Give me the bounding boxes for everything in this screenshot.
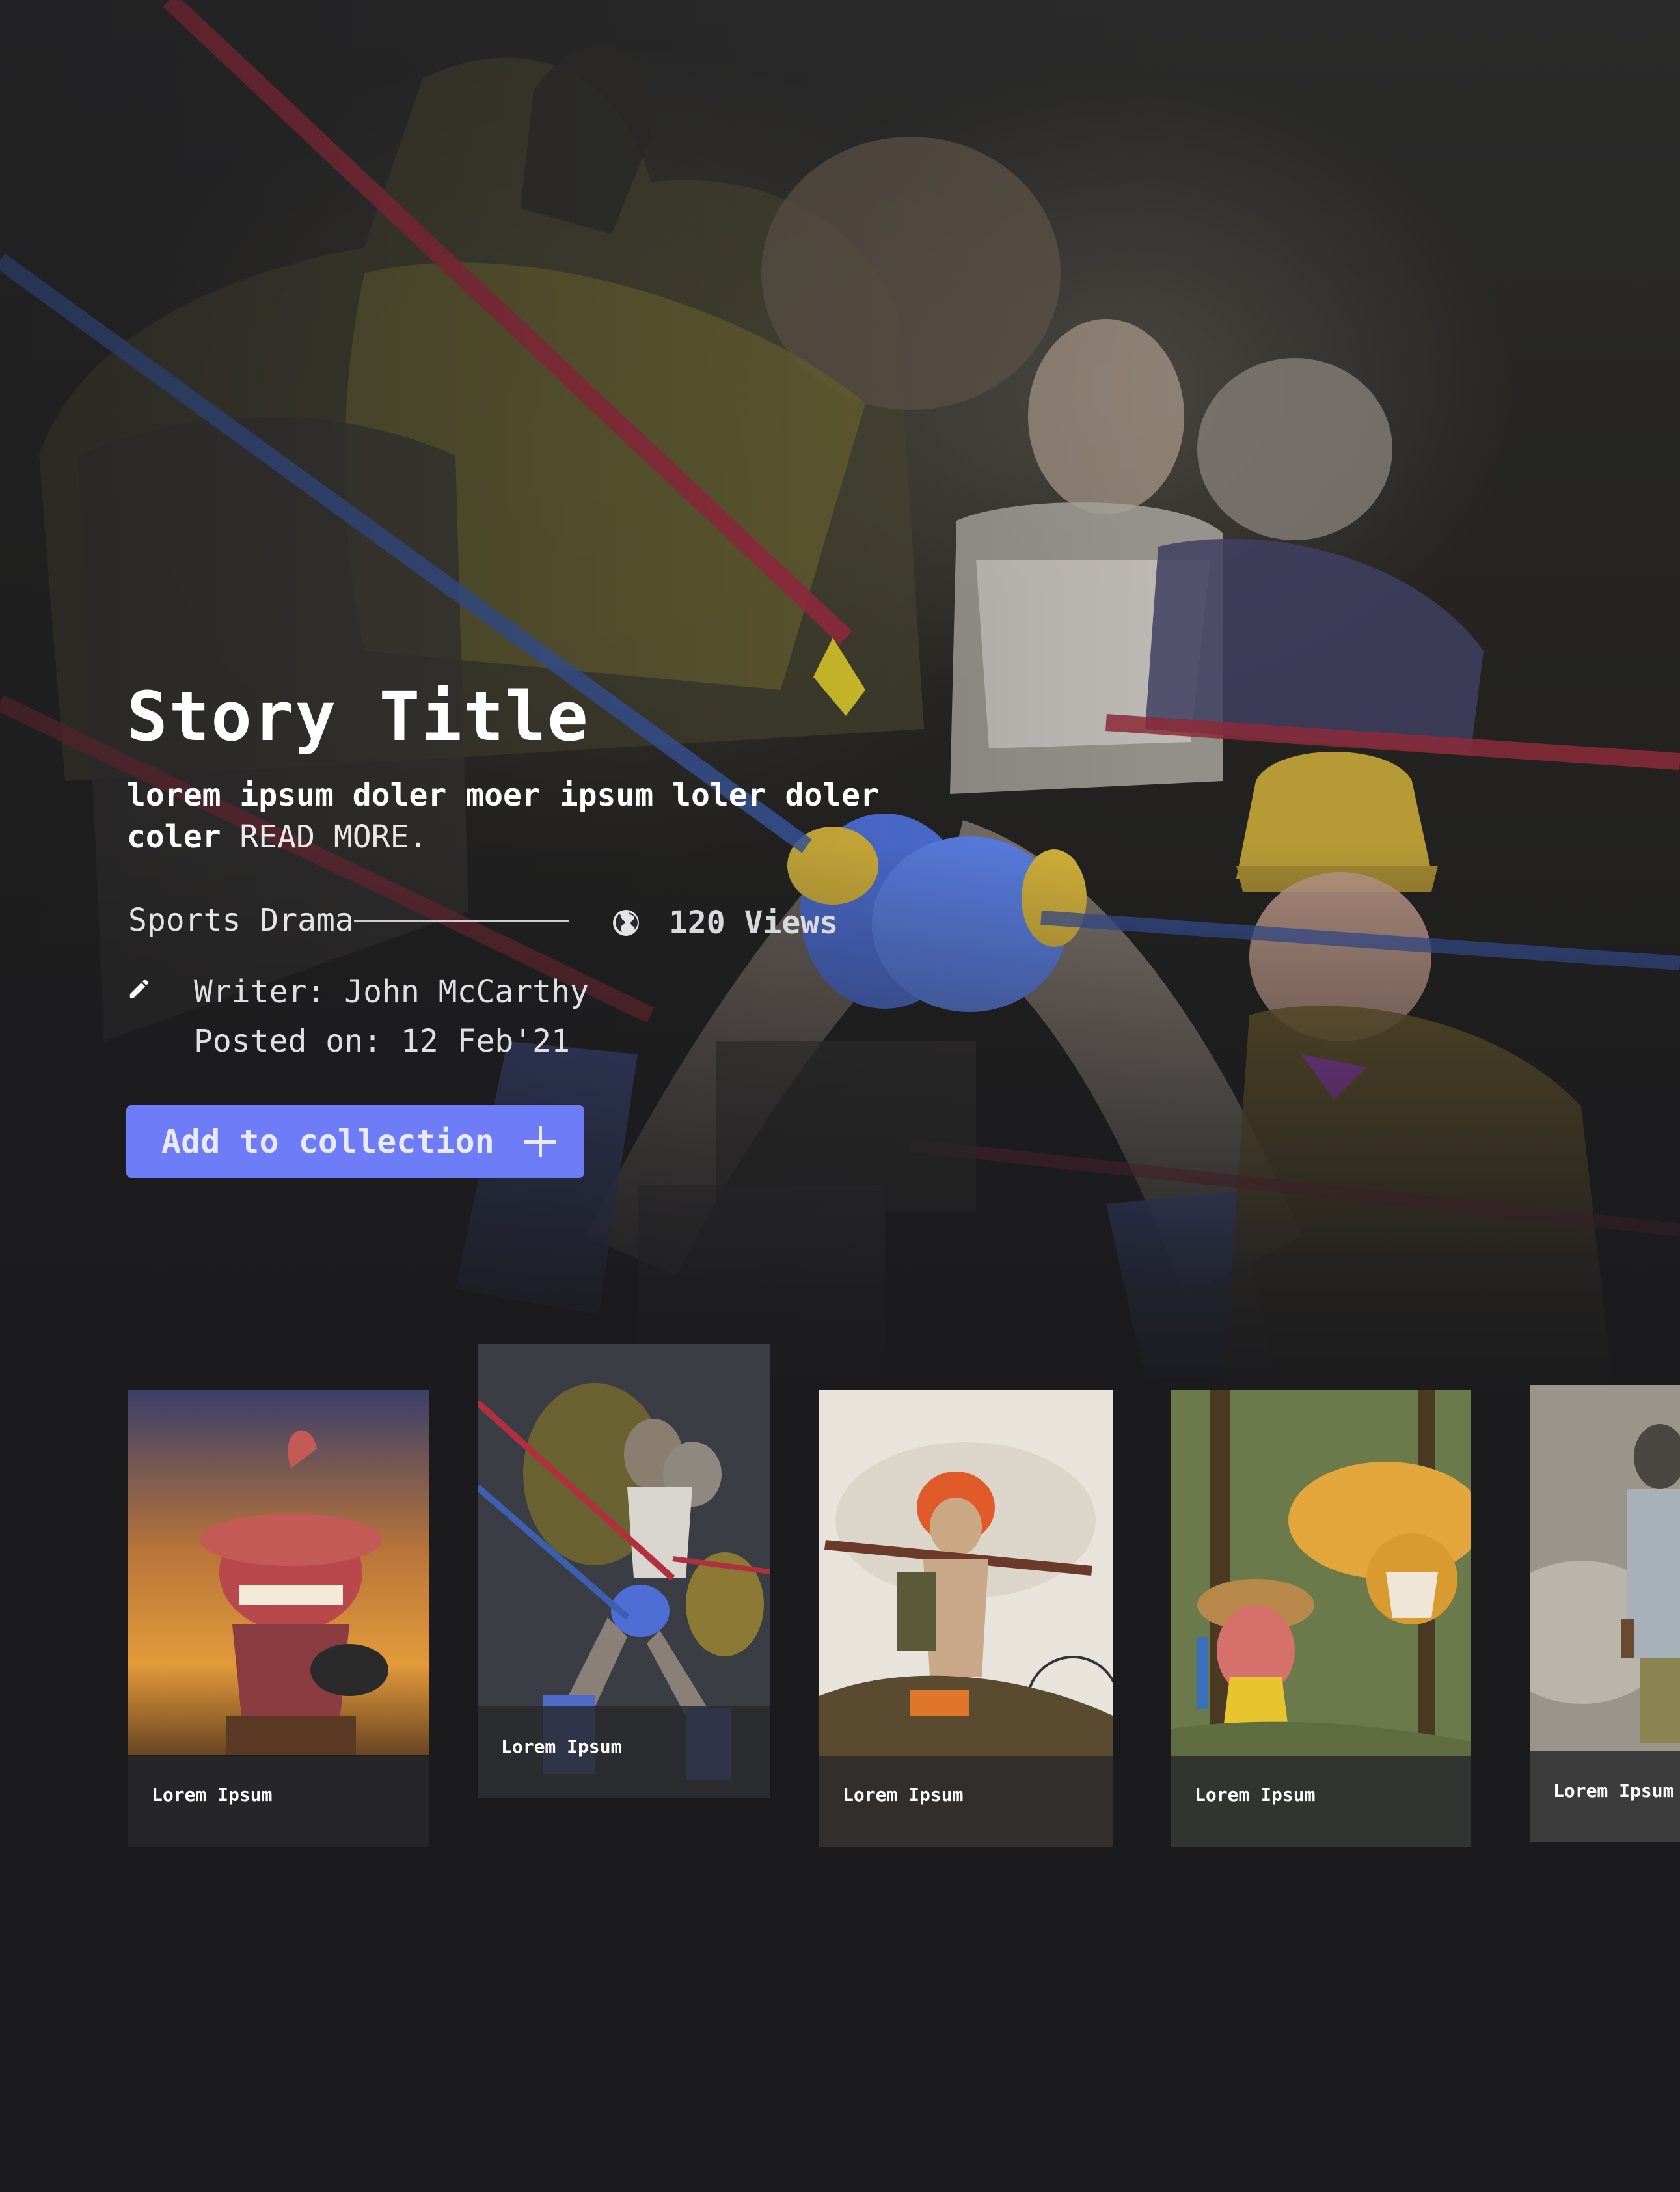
add-to-collection-button[interactable]: Add to collection (126, 1105, 584, 1178)
card-caption: Lorem Ipsum (478, 1706, 770, 1798)
card-caption: Lorem Ipsum (1530, 1751, 1680, 1842)
add-to-collection-label: Add to collection (161, 1123, 495, 1160)
card-title: Lorem Ipsum (152, 1784, 273, 1805)
story-card-5[interactable]: Lorem Ipsum (1530, 1385, 1680, 1842)
views-counter: 120 Views (610, 905, 838, 941)
pencil-icon (129, 979, 149, 998)
story-card-2[interactable]: Lorem Ipsum (478, 1344, 770, 1798)
story-card-1[interactable]: Lorem Ipsum (128, 1390, 429, 1847)
genre-row: Sports Drama (128, 902, 569, 938)
story-page: Story Title lorem ipsum doler moer ipsum… (0, 0, 1680, 2192)
card-caption: Lorem Ipsum (819, 1756, 1113, 1847)
card-title: Lorem Ipsum (501, 1736, 622, 1757)
story-card-3[interactable]: Lorem Ipsum (819, 1390, 1113, 1847)
card-title: Lorem Ipsum (1553, 1780, 1674, 1802)
writer-label: Writer: John McCarthy (194, 974, 589, 1010)
plus-icon (524, 1126, 556, 1157)
card-title: Lorem Ipsum (1195, 1784, 1316, 1805)
story-card-4[interactable]: Lorem Ipsum (1171, 1390, 1471, 1847)
card-caption: Lorem Ipsum (1171, 1756, 1471, 1847)
globe-icon (613, 910, 639, 936)
story-meta: Writer: John McCarthy Posted on: 12 Feb'… (127, 967, 589, 1066)
story-description: lorem ipsum doler moer ipsum loler doler… (127, 774, 908, 858)
read-more-link[interactable]: READ MORE. (239, 819, 427, 855)
views-label: 120 Views (669, 905, 839, 941)
genre-divider (353, 919, 569, 922)
posted-date: Posted on: 12 Feb'21 (194, 1023, 570, 1060)
card-title: Lorem Ipsum (843, 1784, 964, 1805)
genre-label: Sports Drama (128, 902, 354, 938)
story-title: Story Title (127, 677, 589, 756)
card-caption: Lorem Ipsum (128, 1756, 429, 1847)
